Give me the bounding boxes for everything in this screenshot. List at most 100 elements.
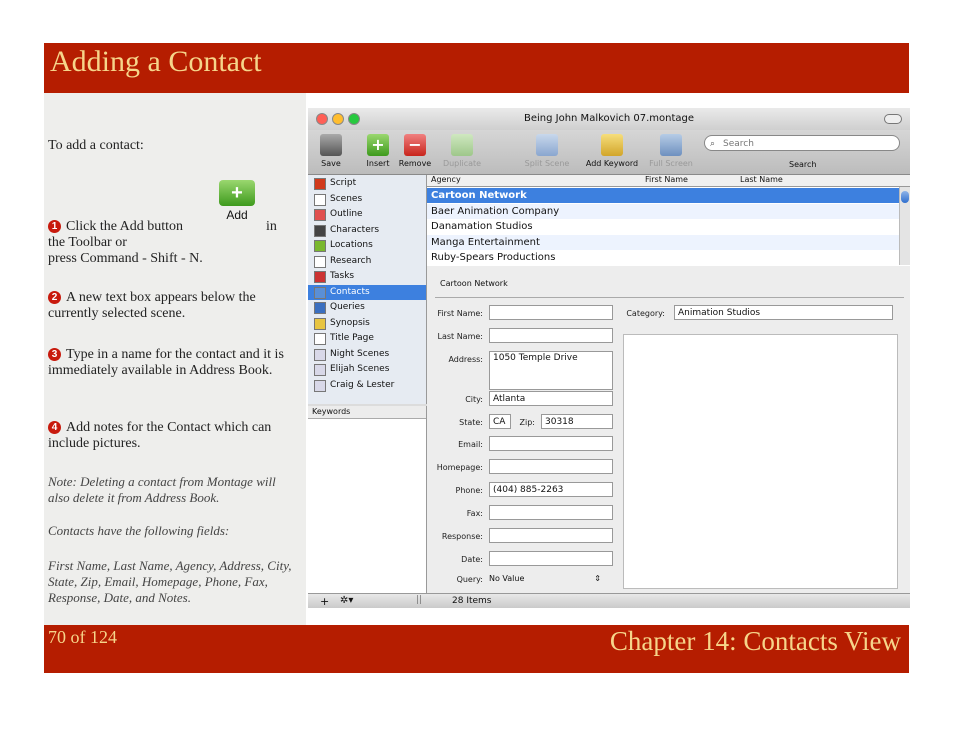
sidebar-item-label: Night Scenes: [330, 348, 390, 359]
date-field[interactable]: [489, 551, 613, 566]
zip-field[interactable]: 30318: [541, 414, 613, 429]
add-keyword-icon: [601, 134, 623, 156]
sidebar-item-synopsis[interactable]: Synopsis: [308, 316, 426, 331]
column-first-name[interactable]: First Name: [645, 175, 688, 184]
step-1-text-b: the Toolbar or: [48, 235, 127, 250]
city-label: City:: [465, 395, 483, 404]
sidebar-item-scenes[interactable]: Scenes: [308, 192, 426, 207]
response-label: Response:: [441, 532, 483, 541]
sidebar-item-locations[interactable]: Locations: [308, 238, 426, 253]
phone-field[interactable]: (404) 885-2263: [489, 482, 613, 497]
split-scene-icon: [536, 134, 558, 156]
column-agency[interactable]: Agency: [431, 175, 461, 184]
elijah-scenes-icon: [314, 364, 326, 376]
plus-icon: +: [219, 180, 255, 206]
table-row[interactable]: Manga Entertainment: [427, 234, 899, 250]
slide-title: Adding a Contact: [50, 45, 262, 78]
slide-footer: 70 of 124 Chapter 14: Contacts View: [44, 625, 909, 673]
query-select[interactable]: No Value ⇕: [489, 574, 601, 583]
tasks-icon: [314, 271, 326, 283]
sidebar-item-title-page[interactable]: Title Page: [308, 331, 426, 346]
duplicate-label: Duplicate: [442, 159, 482, 168]
outline-icon: [314, 209, 326, 221]
step-1-number: 1: [48, 220, 61, 233]
step-4: 4 Add notes for the Contact which can inc…: [48, 420, 300, 452]
remove-button[interactable]: − Remove: [398, 134, 432, 168]
sidebar-item-queries[interactable]: Queries: [308, 300, 426, 315]
last-name-field[interactable]: [489, 328, 613, 343]
synopsis-icon: [314, 317, 326, 330]
last-name-label: Last Name:: [437, 332, 483, 341]
action-gear-icon[interactable]: ✲▾: [340, 595, 353, 606]
title-page-icon: [314, 333, 326, 345]
full-screen-button[interactable]: Full Screen: [646, 134, 696, 168]
email-field[interactable]: [489, 436, 613, 451]
step-1-in: in: [266, 219, 277, 234]
table-row[interactable]: Danamation Studios: [427, 219, 899, 234]
chevron-updown-icon: ⇕: [594, 574, 601, 583]
intro-text: To add a contact:: [48, 138, 144, 153]
step-4-text: Add notes for the Contact which can incl…: [48, 420, 272, 451]
city-field[interactable]: Atlanta: [489, 391, 613, 406]
plus-icon: +: [367, 134, 389, 156]
table-row[interactable]: Cartoon Network: [427, 188, 899, 203]
duplicate-icon: [451, 134, 473, 156]
montage-window: Being John Malkovich 07.montage Save + I…: [308, 108, 910, 608]
search-input[interactable]: ⌕ Search: [704, 135, 900, 151]
fax-field[interactable]: [489, 505, 613, 520]
sidebar-item-research[interactable]: Research: [308, 254, 426, 269]
sidebar-item-craig-lester[interactable]: Craig & Lester: [308, 378, 426, 393]
sidebar-item-label: Craig & Lester: [330, 379, 395, 390]
note-fields-list: First Name, Last Name, Agency, Address, …: [48, 558, 292, 605]
add-button-illustration: + Add: [218, 180, 256, 224]
step-1-text-c: press Command - Shift - N.: [48, 251, 203, 266]
split-handle-icon[interactable]: ||: [416, 595, 422, 605]
sidebar-item-characters[interactable]: Characters: [308, 223, 426, 238]
list-header: Agency First Name Last Name: [427, 175, 910, 187]
sidebar-item-label: Characters: [330, 224, 380, 235]
split-scene-button[interactable]: Split Scene: [522, 134, 572, 168]
insert-label: Insert: [366, 159, 390, 168]
sidebar: Script Scenes Outline Characters Locations Re…: [308, 175, 427, 404]
minus-icon: −: [404, 134, 426, 156]
add-small-button[interactable]: +: [320, 595, 329, 608]
sidebar-item-contacts[interactable]: Contacts: [308, 284, 426, 300]
contact-detail: Cartoon Network First Name: Category: An…: [427, 266, 910, 593]
add-keyword-button[interactable]: Add Keyword: [582, 134, 642, 168]
night-scenes-icon: [314, 348, 326, 361]
column-last-name[interactable]: Last Name: [740, 175, 783, 184]
sidebar-item-label: Outline: [330, 209, 363, 219]
scrollbar-thumb[interactable]: [901, 191, 909, 203]
insert-button[interactable]: + Insert: [364, 134, 392, 168]
full-screen-label: Full Screen: [649, 159, 693, 168]
address-field[interactable]: 1050 Temple Drive: [489, 351, 613, 390]
sidebar-item-tasks[interactable]: Tasks: [308, 269, 426, 284]
save-button[interactable]: Save: [316, 134, 346, 168]
step-1: 1 Click the Add button in: [48, 219, 300, 235]
table-row[interactable]: Baer Animation Company: [427, 203, 899, 219]
step-2-number: 2: [48, 291, 61, 304]
sidebar-item-script[interactable]: Script: [308, 176, 426, 191]
homepage-field[interactable]: [489, 459, 613, 474]
sidebar-item-label: Elijah Scenes: [330, 364, 390, 374]
first-name-label: First Name:: [437, 309, 483, 318]
step-3-number: 3: [48, 348, 61, 361]
sidebar-item-outline[interactable]: Outline: [308, 207, 426, 222]
address-label: Address:: [448, 355, 483, 364]
table-row[interactable]: Ruby-Spears Productions: [427, 250, 899, 265]
category-field[interactable]: Animation Studios: [674, 305, 893, 320]
sidebar-item-night-scenes[interactable]: Night Scenes: [308, 347, 426, 362]
homepage-label: Homepage:: [436, 463, 483, 472]
detail-divider: [435, 297, 904, 298]
response-field[interactable]: [489, 528, 613, 543]
notes-area[interactable]: [623, 334, 898, 589]
first-name-field[interactable]: [489, 305, 613, 320]
step-3: 3 Type in a name for the contact and it i…: [48, 347, 300, 379]
list-scrollbar[interactable]: [899, 187, 910, 265]
duplicate-button[interactable]: Duplicate: [440, 134, 484, 168]
save-label: Save: [321, 159, 341, 168]
sidebar-item-elijah-scenes[interactable]: Elijah Scenes: [308, 362, 426, 377]
toolbar-toggle-button[interactable]: [884, 114, 902, 124]
split-scene-label: Split Scene: [524, 159, 570, 168]
search-label: Search: [789, 160, 817, 169]
